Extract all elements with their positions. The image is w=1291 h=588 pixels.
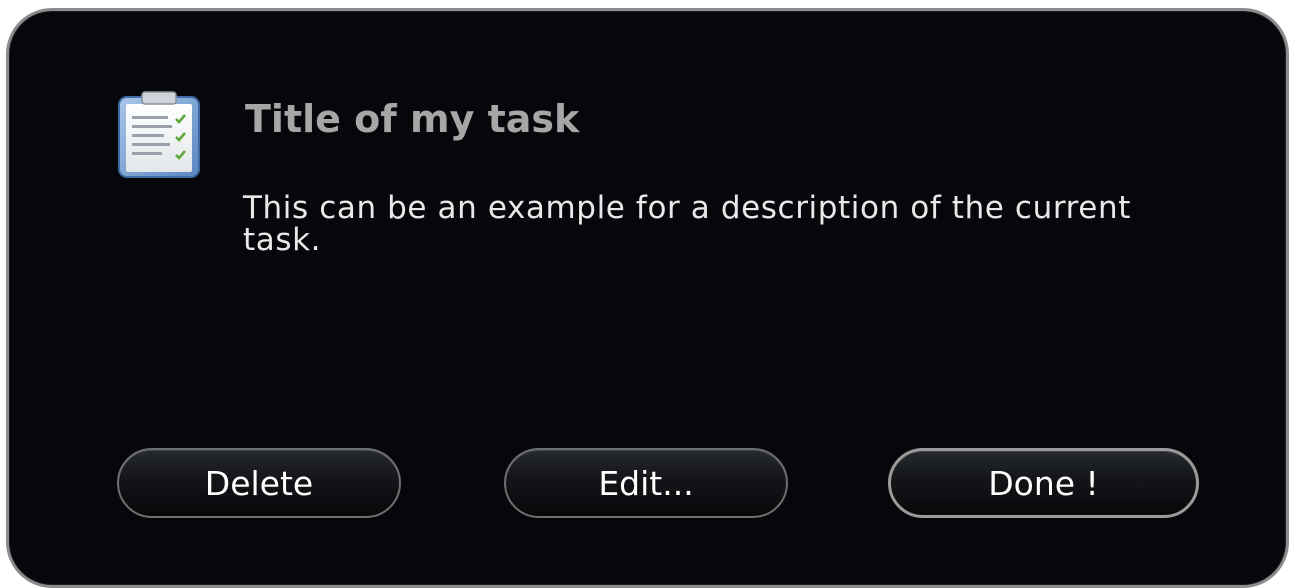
edit-button[interactable]: Edit... bbox=[504, 448, 788, 518]
task-dialog: Title of my task This can be an example … bbox=[6, 8, 1289, 588]
done-button[interactable]: Done ! bbox=[888, 448, 1199, 518]
delete-button[interactable]: Delete bbox=[117, 448, 401, 518]
task-description: This can be an example for a description… bbox=[243, 190, 1131, 258]
clipboard-checklist-icon bbox=[116, 91, 202, 179]
task-title: Title of my task bbox=[245, 97, 580, 141]
